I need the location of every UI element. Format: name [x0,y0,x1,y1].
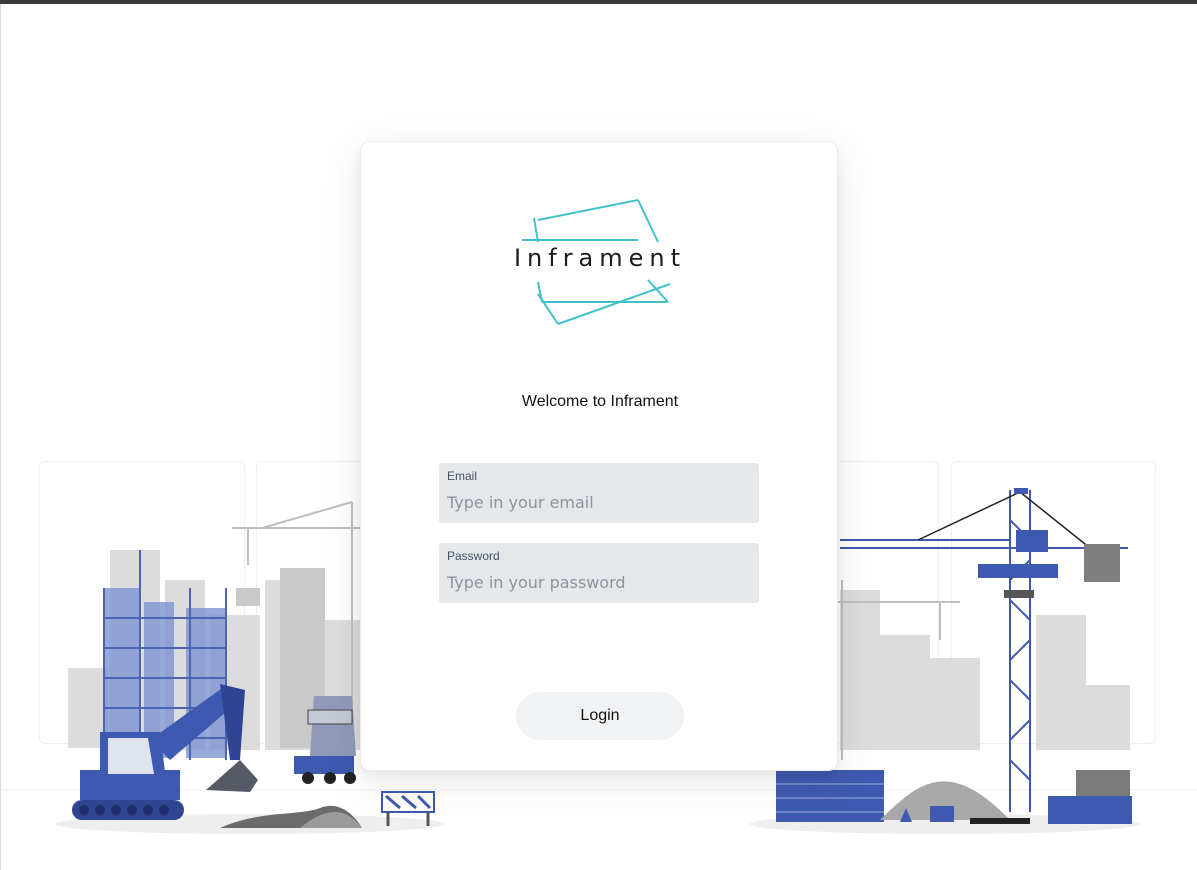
login-button[interactable]: Login [516,692,684,740]
email-field[interactable]: Email [439,463,759,523]
logo-wordmark: Inframent [513,244,687,272]
password-label: Password [447,549,500,563]
email-label: Email [447,469,478,483]
welcome-heading: Welcome to Inframent [521,393,679,410]
email-input[interactable] [439,487,759,517]
password-input[interactable] [439,567,759,597]
login-card: Inframent Welcome to Inframent Email Pas… [360,141,838,771]
inframent-logo: Inframent [498,194,702,334]
password-field[interactable]: Password [439,543,759,603]
window-top-bar [0,0,1197,4]
